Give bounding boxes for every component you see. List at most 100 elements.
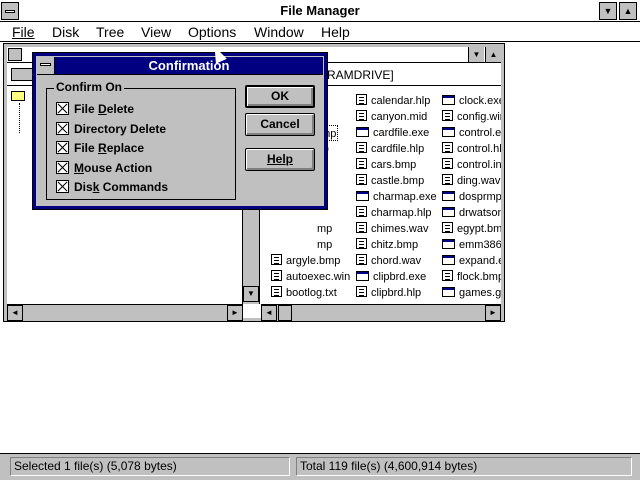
files-scroll-left-button[interactable]: ◄: [261, 305, 277, 321]
menu-window[interactable]: Window: [254, 24, 304, 40]
menu-options[interactable]: Options: [188, 24, 236, 40]
tree-horizontal-scrollbar[interactable]: ◄ ►: [7, 304, 243, 321]
dialog-title: Confirmation: [148, 58, 230, 73]
menu-help[interactable]: Help: [321, 24, 350, 40]
program-icon: [356, 127, 369, 137]
program-icon: [442, 207, 455, 217]
window-titlebar: File Manager ▼ ▲: [0, 0, 640, 22]
list-item[interactable]: egypt.bmp: [442, 221, 501, 237]
document-icon: [356, 142, 367, 153]
program-icon: [442, 287, 455, 297]
menu-tree[interactable]: Tree: [96, 24, 124, 40]
document-icon: [356, 254, 367, 265]
list-item[interactable]: clock.exe: [442, 93, 501, 109]
list-item[interactable]: mp: [317, 237, 332, 253]
list-item[interactable]: flock.bmp: [442, 269, 501, 285]
folder-open-icon[interactable]: [11, 91, 25, 101]
menu-view[interactable]: View: [141, 24, 171, 40]
minimize-button[interactable]: ▼: [599, 2, 617, 20]
confirmation-dialog[interactable]: Confirmation Confirm On File Delete Dire…: [32, 52, 328, 210]
dialog-titlebar[interactable]: Confirmation: [37, 57, 323, 75]
help-button[interactable]: Help: [245, 148, 315, 171]
list-item[interactable]: argyle.bmp: [271, 253, 340, 269]
document-icon: [442, 110, 453, 121]
files-scroll-right-button[interactable]: ►: [485, 305, 501, 321]
checked-icon[interactable]: [56, 161, 69, 174]
list-item[interactable]: config.win: [442, 109, 501, 125]
document-icon: [271, 270, 282, 281]
list-item[interactable]: chord.wav: [356, 253, 421, 269]
checkbox-directory-delete[interactable]: Directory Delete: [56, 121, 166, 137]
document-icon: [356, 174, 367, 185]
list-item[interactable]: chimes.wav: [356, 221, 428, 237]
list-item[interactable]: castle.bmp: [356, 173, 424, 189]
checked-icon[interactable]: [56, 102, 69, 115]
scroll-thumb[interactable]: [278, 305, 292, 321]
status-bar: Selected 1 file(s) (5,078 bytes) Total 1…: [0, 453, 640, 480]
checkbox-disk-commands[interactable]: Disk Commands: [56, 179, 168, 195]
document-icon: [356, 222, 367, 233]
checkbox-file-replace[interactable]: File Replace: [56, 140, 144, 156]
tree-scroll-down-button[interactable]: ▼: [243, 286, 259, 302]
maximize-button[interactable]: ▲: [619, 2, 637, 20]
document-icon: [442, 270, 453, 281]
list-item[interactable]: clipbrd.hlp: [356, 285, 421, 301]
document-icon: [442, 158, 453, 169]
list-item[interactable]: drwatson.: [442, 205, 501, 221]
list-item[interactable]: canyon.mid: [356, 109, 427, 125]
document-icon: [271, 286, 282, 297]
list-item[interactable]: bootlog.txt: [271, 285, 337, 301]
list-item[interactable]: chitz.bmp: [356, 237, 418, 253]
list-item[interactable]: mp: [317, 221, 332, 237]
list-item[interactable]: autoexec.win: [271, 269, 350, 285]
list-item[interactable]: control.ini: [442, 157, 501, 173]
tree-line: [19, 103, 20, 133]
program-icon: [442, 191, 455, 201]
status-total: Total 119 file(s) (4,600,914 bytes): [296, 457, 632, 476]
list-item[interactable]: cardfile.hlp: [356, 141, 424, 157]
checkbox-file-delete[interactable]: File Delete: [56, 101, 134, 117]
child-minimize-button[interactable]: ▼: [468, 47, 484, 62]
program-icon: [442, 95, 455, 105]
scroll-left-button[interactable]: ◄: [7, 305, 23, 321]
list-item[interactable]: expand.ex: [442, 253, 501, 269]
list-item[interactable]: charmap.exe: [356, 189, 437, 205]
scroll-right-button[interactable]: ►: [227, 305, 243, 321]
list-item[interactable]: control.hlp: [442, 141, 501, 157]
document-icon: [442, 142, 453, 153]
document-icon: [356, 94, 367, 105]
dialog-system-menu-icon[interactable]: [37, 57, 55, 74]
child-maximize-button[interactable]: ▲: [485, 47, 501, 62]
checked-icon[interactable]: [56, 180, 69, 193]
list-item[interactable]: clipbrd.exe: [356, 269, 426, 285]
drive-icon[interactable]: [11, 68, 33, 81]
confirm-on-group: Confirm On File Delete Directory Delete …: [46, 80, 236, 200]
document-icon: [271, 254, 282, 265]
menu-disk[interactable]: Disk: [52, 24, 79, 40]
list-item[interactable]: dosprmpt.: [442, 189, 501, 205]
child-system-menu-icon[interactable]: [8, 48, 22, 61]
cancel-button[interactable]: Cancel: [245, 113, 315, 136]
list-item[interactable]: charmap.hlp: [356, 205, 432, 221]
group-label: Confirm On: [54, 80, 124, 94]
checked-icon[interactable]: [56, 141, 69, 154]
list-item[interactable]: control.exe: [442, 125, 501, 141]
document-icon: [442, 222, 453, 233]
list-item[interactable]: ding.wav: [442, 173, 500, 189]
list-item[interactable]: cardfile.exe: [356, 125, 429, 141]
list-item[interactable]: emm386.e: [442, 237, 501, 253]
program-icon: [442, 239, 455, 249]
files-horizontal-scrollbar[interactable]: ◄ ►: [261, 304, 501, 321]
document-icon: [356, 110, 367, 121]
checked-icon[interactable]: [56, 122, 69, 135]
checkbox-mouse-action[interactable]: Mouse Action: [56, 160, 152, 176]
document-icon: [356, 206, 367, 217]
status-selected: Selected 1 file(s) (5,078 bytes): [10, 457, 290, 476]
ok-button[interactable]: OK: [245, 85, 315, 108]
menu-file[interactable]: File: [12, 24, 35, 40]
list-item[interactable]: cars.bmp: [356, 157, 416, 173]
document-icon: [356, 238, 367, 249]
list-item[interactable]: calendar.hlp: [356, 93, 430, 109]
program-icon: [356, 191, 369, 201]
list-item[interactable]: games.gr: [442, 285, 501, 301]
